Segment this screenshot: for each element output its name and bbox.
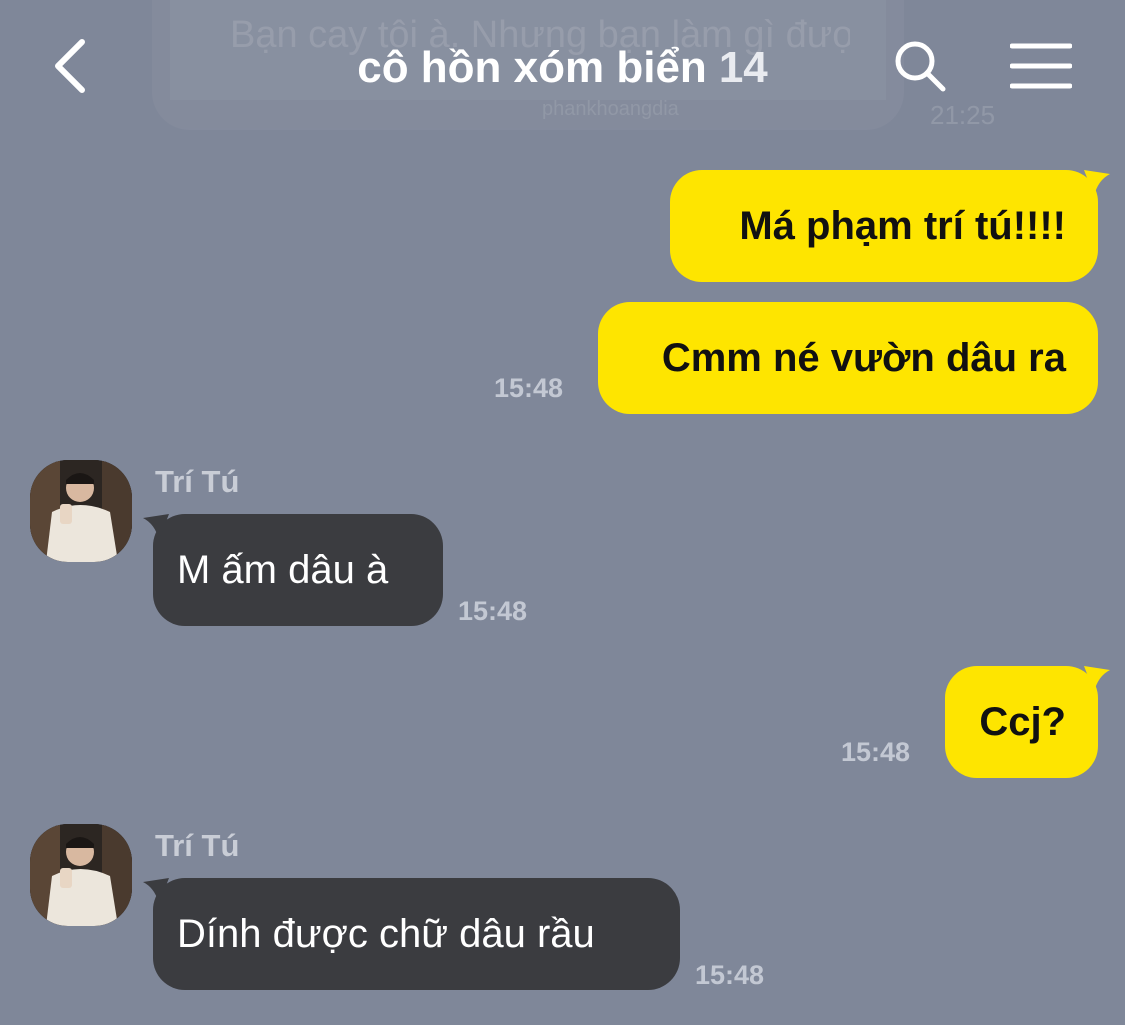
bubble-tail — [143, 514, 169, 540]
chat-room-name: cô hồn xóm biển — [357, 43, 707, 92]
search-button[interactable] — [888, 34, 952, 98]
message-text: Dính được chữ dâu rầu — [177, 912, 595, 956]
bubble-tail — [1084, 170, 1110, 196]
message-text: Cmm né vườn dâu ra — [661, 336, 1066, 380]
message-bubble-outgoing[interactable]: Cmm né vườn dâu ra — [598, 302, 1098, 414]
sender-name: Trí Tú — [155, 464, 240, 499]
pinned-notice-time: 21:25 — [930, 100, 996, 130]
avatar-photo — [30, 460, 132, 562]
message-bubble-outgoing[interactable]: Ccj? — [945, 666, 1098, 778]
message-bubble-incoming[interactable]: M ấm dâu à — [153, 514, 443, 626]
message-bubble-incoming[interactable]: Dính được chữ dâu rầu — [153, 878, 680, 990]
chat-title[interactable]: cô hồn xóm biển 14 — [230, 38, 895, 98]
bubble-tail — [143, 878, 169, 904]
hamburger-menu-icon — [1010, 43, 1072, 89]
message-bubble-outgoing[interactable]: Má phạm trí tú!!!! — [670, 170, 1098, 282]
sender-avatar[interactable] — [30, 460, 132, 562]
message-text: M ấm dâu à — [177, 548, 389, 592]
message-timestamp: 15:48 — [695, 960, 765, 990]
pinned-notice-author: phankhoangdia — [542, 98, 679, 120]
message-timestamp: 15:48 — [458, 596, 528, 626]
sender-name: Trí Tú — [155, 828, 240, 863]
avatar-photo — [30, 824, 132, 926]
back-button[interactable] — [38, 34, 102, 98]
menu-button[interactable] — [1005, 34, 1077, 98]
search-icon — [895, 41, 946, 92]
message-timestamp: 15:48 — [494, 373, 564, 403]
chevron-left-icon — [55, 39, 85, 93]
bubble-tail — [1084, 666, 1110, 692]
sender-avatar[interactable] — [30, 824, 132, 926]
message-timestamp: 15:48 — [841, 737, 911, 767]
message-text: Ccj? — [979, 700, 1066, 744]
message-text: Má phạm trí tú!!!! — [739, 204, 1066, 248]
member-count: 14 — [718, 43, 768, 92]
